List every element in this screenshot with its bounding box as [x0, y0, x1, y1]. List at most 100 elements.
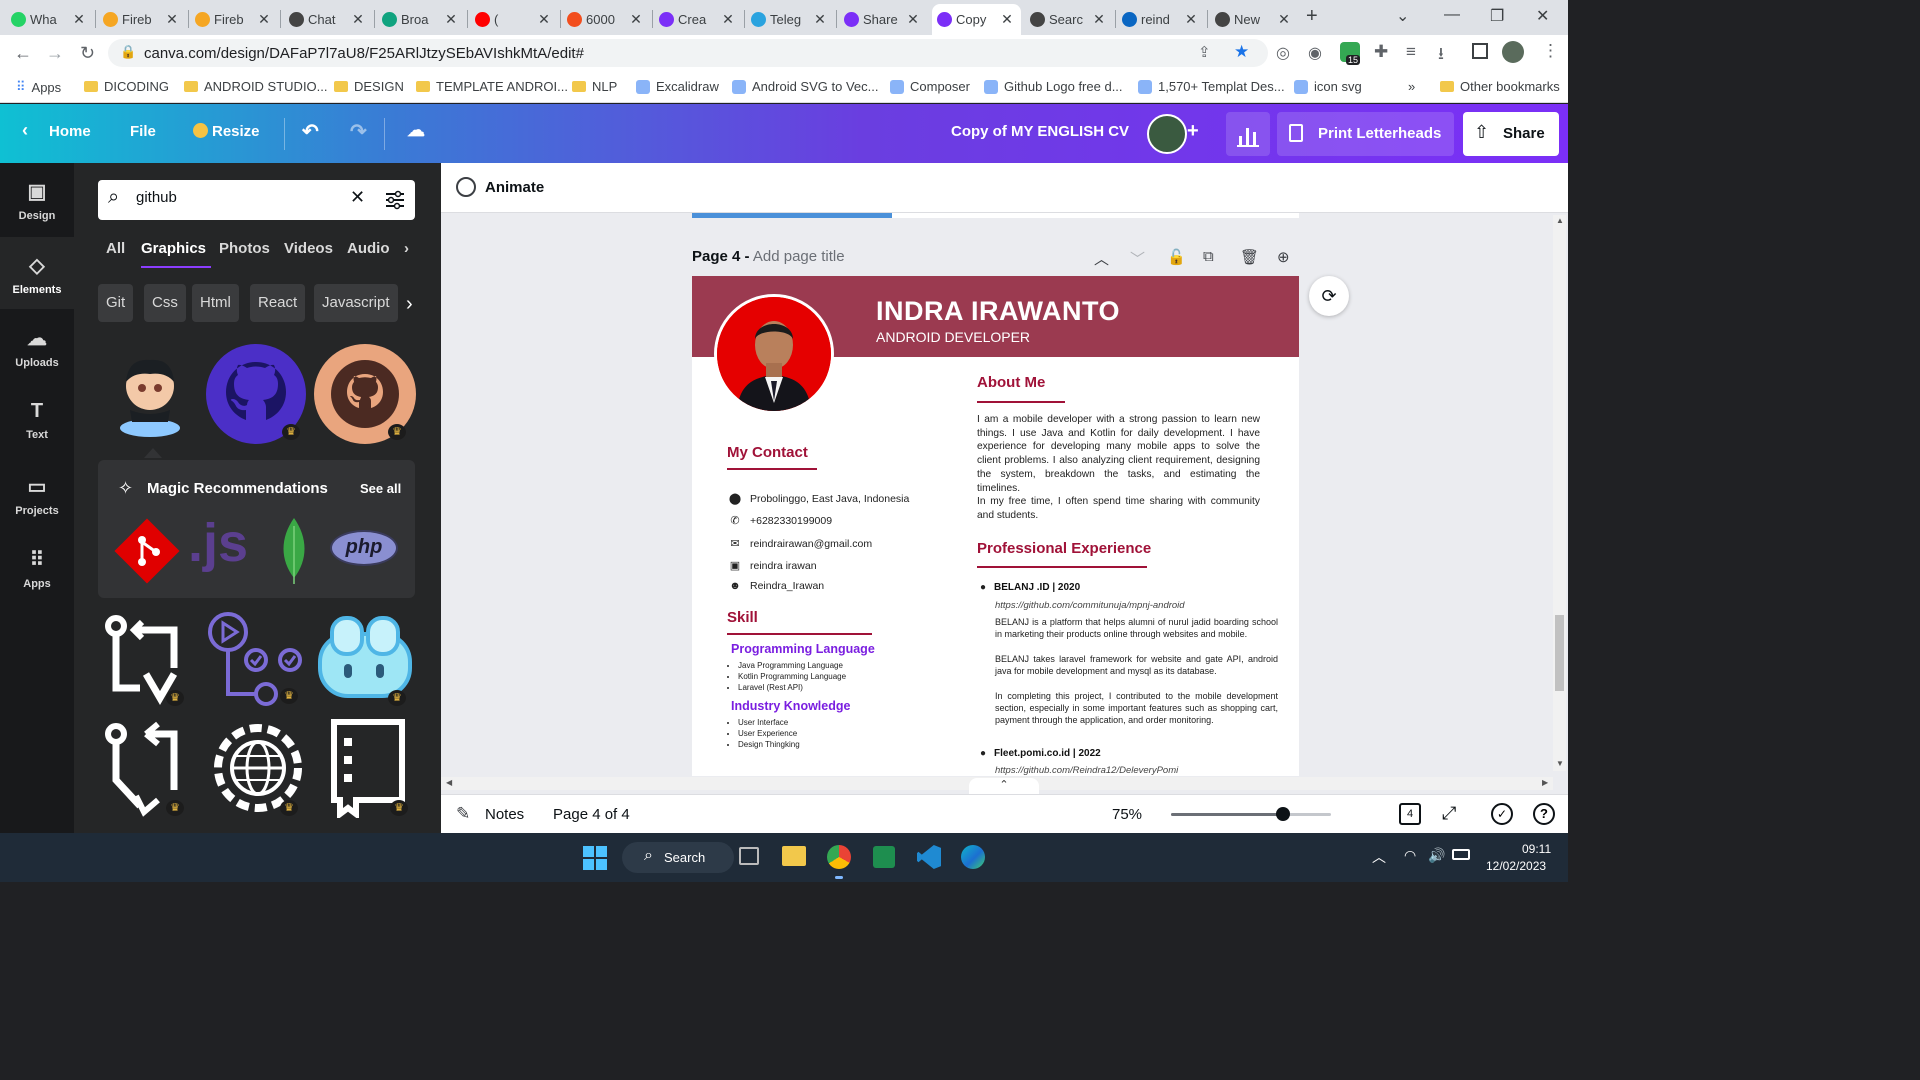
github-logo-peach[interactable]: ♛: [314, 344, 416, 444]
help-icon[interactable]: ?: [1533, 803, 1555, 825]
browser-tab[interactable]: Teleg ✕: [746, 4, 834, 35]
home-button[interactable]: Home: [49, 123, 91, 140]
bookmark-item[interactable]: Composer: [890, 79, 970, 94]
add-collaborator-icon[interactable]: +: [1187, 120, 1199, 143]
clock-time[interactable]: 09:11: [1522, 842, 1551, 856]
profile-avatar[interactable]: [1502, 41, 1524, 63]
puzzle-icon[interactable]: ✚: [1374, 42, 1388, 62]
close-tab-icon[interactable]: ✕: [720, 11, 736, 28]
zoom-slider[interactable]: [1171, 807, 1331, 821]
download-icon[interactable]: ⭳: [1438, 41, 1444, 70]
rail-design[interactable]: ▣ Design: [0, 163, 74, 235]
windows-start-icon[interactable]: [583, 846, 607, 870]
camera-icon[interactable]: ◉: [1308, 43, 1322, 63]
rail-uploads[interactable]: ☁ Uploads: [0, 310, 74, 382]
close-tab-icon[interactable]: ✕: [628, 11, 644, 28]
bookmark-item[interactable]: ANDROID STUDIO...: [184, 79, 328, 94]
tab-graphics[interactable]: Graphics: [141, 240, 206, 257]
lock-icon[interactable]: 🔒: [120, 44, 136, 60]
show-pages-handle[interactable]: ⌃: [969, 778, 1039, 794]
battery-icon[interactable]: [1452, 849, 1470, 860]
browser-tab[interactable]: Fireb ✕: [98, 4, 186, 35]
bookmark-item[interactable]: DESIGN: [334, 79, 404, 94]
chip-css[interactable]: Css: [144, 284, 186, 322]
tray-chevron-icon[interactable]: ︿: [1372, 847, 1386, 867]
file-menu-button[interactable]: File: [130, 123, 156, 140]
cv-page[interactable]: INDRA IRAWANTO ANDROID DEVELOPER About M…: [692, 276, 1299, 776]
bookmark-star-icon[interactable]: ★: [1234, 42, 1249, 62]
close-tab-icon[interactable]: ✕: [812, 11, 828, 28]
maximize-button[interactable]: ❐: [1490, 6, 1504, 26]
search-input[interactable]: [136, 189, 336, 206]
browser-tab[interactable]: Searc ✕: [1025, 4, 1113, 35]
see-all-link[interactable]: See all: [360, 481, 401, 496]
bookmark-item[interactable]: TEMPLATE ANDROI...: [416, 79, 568, 94]
bookmark-item[interactable]: icon svg: [1294, 79, 1362, 94]
bookmark-item[interactable]: 1,570+ Templat Des...: [1138, 79, 1285, 94]
omnibox[interactable]: 🔒 canva.com/design/DAFaP7l7aU8/F25ARlJtz…: [108, 39, 1268, 67]
move-page-down-icon[interactable]: ﹀: [1130, 248, 1145, 269]
other-bookmarks[interactable]: Other bookmarks: [1440, 79, 1560, 94]
chevron-right-icon[interactable]: ›: [404, 240, 409, 257]
repository-graphic[interactable]: ♛: [322, 718, 412, 820]
fullscreen-icon[interactable]: ⤢: [1442, 803, 1456, 824]
forward-icon[interactable]: →: [46, 43, 64, 64]
chip-scroll-right-icon[interactable]: ›: [406, 293, 413, 316]
clock-date[interactable]: 12/02/2023: [1486, 859, 1546, 873]
close-tab-icon[interactable]: ✕: [350, 11, 366, 28]
tab-videos[interactable]: Videos: [284, 240, 333, 257]
design-title[interactable]: Copy of MY ENGLISH CV: [951, 123, 1129, 140]
comment-button[interactable]: ⟳: [1309, 276, 1349, 316]
notes-button[interactable]: Notes: [485, 806, 524, 823]
page-grid-button[interactable]: 4: [1399, 803, 1421, 825]
insights-button[interactable]: [1226, 112, 1270, 156]
chip-react[interactable]: React: [250, 284, 306, 322]
task-view-icon[interactable]: [739, 847, 759, 865]
back-icon[interactable]: ←: [14, 43, 32, 64]
filter-icon[interactable]: [384, 190, 406, 210]
scroll-left-icon[interactable]: ◀: [446, 778, 452, 787]
volume-icon[interactable]: 🔊: [1428, 847, 1445, 864]
animate-icon[interactable]: [456, 177, 476, 197]
browser-tab[interactable]: Crea ✕: [654, 4, 742, 35]
close-tab-icon[interactable]: ✕: [71, 11, 87, 28]
close-tab-icon[interactable]: ✕: [999, 11, 1015, 28]
checkmark-icon[interactable]: ✓: [1491, 803, 1513, 825]
zoom-slider-thumb[interactable]: [1276, 807, 1290, 821]
bookmark-item[interactable]: Github Logo free d...: [984, 79, 1123, 94]
bookmark-item[interactable]: DICODING: [84, 79, 169, 94]
close-tab-icon[interactable]: ✕: [164, 11, 180, 28]
edge-icon[interactable]: [961, 845, 985, 869]
close-tab-icon[interactable]: ✕: [1276, 11, 1292, 28]
rail-apps[interactable]: ⠿ Apps: [0, 531, 74, 603]
extension-icon[interactable]: ◎: [1276, 43, 1290, 63]
git-logo-graphic[interactable]: [114, 518, 180, 584]
chevron-left-icon[interactable]: ‹: [22, 120, 28, 141]
minimize-button[interactable]: —: [1444, 6, 1460, 24]
side-panel-icon[interactable]: [1472, 43, 1488, 59]
android-studio-icon[interactable]: [873, 846, 895, 868]
rail-projects[interactable]: ▭ Projects: [0, 458, 74, 530]
new-tab-button[interactable]: +: [1306, 5, 1318, 28]
browser-tab[interactable]: Broa ✕: [377, 4, 465, 35]
print-letterheads-button[interactable]: Print Letterheads: [1277, 112, 1454, 156]
chip-javascript[interactable]: Javascript: [314, 284, 398, 322]
chip-git[interactable]: Git: [98, 284, 134, 322]
browser-tab[interactable]: (✕: [470, 4, 558, 35]
close-tab-icon[interactable]: ✕: [256, 11, 272, 28]
close-tab-icon[interactable]: ✕: [905, 11, 921, 28]
browser-tab[interactable]: Share ✕: [839, 4, 927, 35]
close-tab-icon[interactable]: ✕: [536, 11, 552, 28]
file-explorer-icon[interactable]: [782, 846, 806, 866]
cloud-saved-icon[interactable]: ☁: [407, 120, 425, 141]
extension-badge-icon[interactable]: 15: [1340, 42, 1361, 65]
chrome-menu-icon[interactable]: ⋮: [1542, 41, 1559, 61]
reload-icon[interactable]: ↻: [80, 43, 95, 64]
browser-tab[interactable]: reind ✕: [1117, 4, 1205, 35]
tab-photos[interactable]: Photos: [219, 240, 270, 257]
page-counter[interactable]: Page 4 of 4: [553, 806, 630, 823]
close-tab-icon[interactable]: ✕: [443, 11, 459, 28]
more-bookmarks-button[interactable]: »: [1408, 79, 1415, 94]
octocat-graphic[interactable]: [100, 344, 200, 444]
tab-audio[interactable]: Audio: [347, 240, 390, 257]
